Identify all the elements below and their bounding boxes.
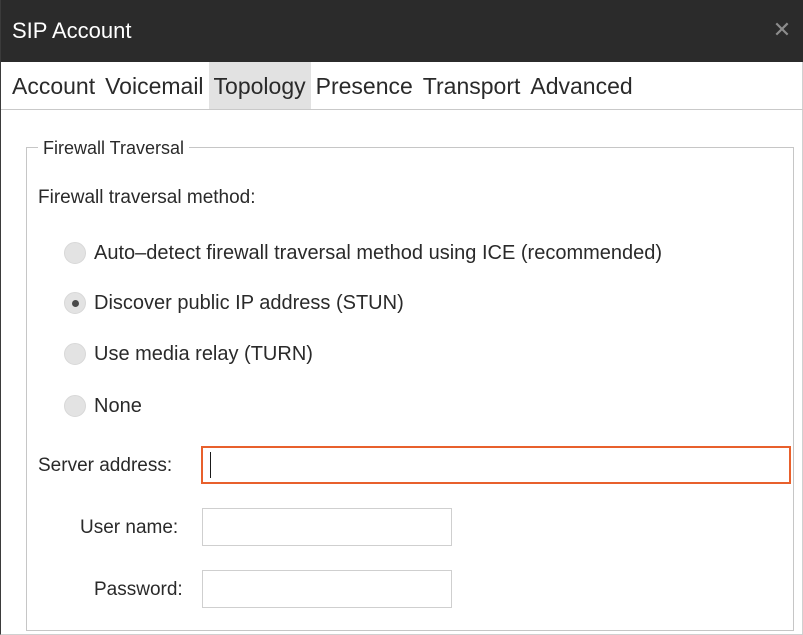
radio-stun[interactable]: Discover public IP address (STUN) [64, 288, 404, 318]
user-name-input[interactable] [202, 508, 452, 546]
tab-transport[interactable]: Transport [418, 62, 526, 109]
server-address-input[interactable] [201, 446, 791, 484]
tab-presence[interactable]: Presence [311, 62, 418, 109]
close-icon[interactable]: ✕ [767, 15, 797, 45]
radio-ice[interactable]: Auto–detect firewall traversal method us… [64, 238, 662, 268]
tab-advanced[interactable]: Advanced [525, 62, 637, 109]
radio-ice-label: Auto–detect firewall traversal method us… [94, 242, 663, 264]
method-label: Firewall traversal method: [38, 187, 256, 208]
window-title: SIP Account [12, 18, 132, 43]
password-input[interactable] [202, 570, 452, 608]
tab-voicemail[interactable]: Voicemail [100, 62, 208, 109]
radio-turn[interactable]: Use media relay (TURN) [64, 339, 313, 369]
radio-stun-label: Discover public IP address (STUN) [94, 292, 404, 314]
radio-ice-control[interactable] [64, 242, 86, 264]
user-name-label: User name: [80, 517, 179, 538]
tab-bar: Account Voicemail Topology Presence Tran… [1, 62, 803, 110]
radio-none[interactable]: None [64, 391, 142, 421]
text-caret [210, 452, 211, 478]
radio-none-label: None [94, 395, 142, 417]
radio-turn-label: Use media relay (TURN) [94, 343, 313, 365]
server-address-label: Server address: [38, 455, 173, 476]
tab-account[interactable]: Account [7, 62, 100, 109]
firewall-traversal-group [26, 147, 794, 631]
sip-account-dialog: SIP Account ✕ Account Voicemail Topology… [0, 0, 803, 635]
group-legend: Firewall Traversal [38, 136, 190, 160]
radio-turn-control[interactable] [64, 343, 86, 365]
radio-none-control[interactable] [64, 395, 86, 417]
tab-topology[interactable]: Topology [208, 62, 311, 109]
password-label: Password: [94, 579, 183, 600]
radio-stun-control[interactable] [64, 292, 86, 314]
title-bar: SIP Account ✕ [1, 0, 803, 62]
